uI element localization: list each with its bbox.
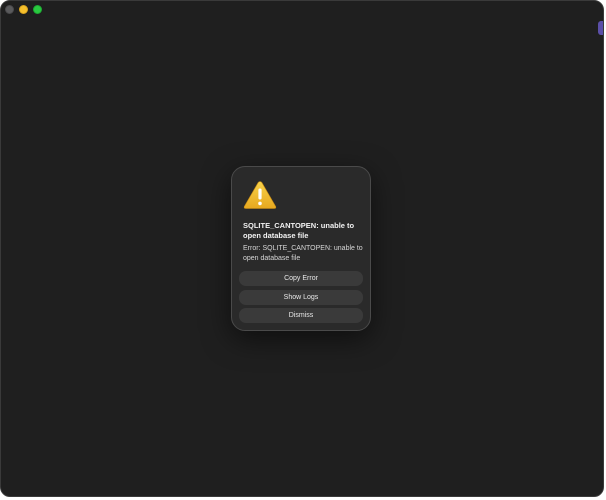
close-window-button[interactable] <box>5 5 14 14</box>
traffic-lights <box>5 5 42 14</box>
edge-badge-icon <box>598 21 603 35</box>
copy-error-button[interactable]: Copy Error <box>239 271 363 286</box>
dialog-title: SQLITE_CANTOPEN: unable to open database… <box>243 221 355 240</box>
dialog-message: Error: SQLITE_CANTOPEN: unable to open d… <box>243 245 363 262</box>
show-logs-button[interactable]: Show Logs <box>239 290 363 305</box>
zoom-window-button[interactable] <box>33 5 42 14</box>
dismiss-button[interactable]: Dismiss <box>239 308 363 323</box>
app-window: SQLITE_CANTOPEN: unable to open database… <box>0 0 604 497</box>
minimize-window-button[interactable] <box>19 5 28 14</box>
warning-triangle-icon <box>243 181 277 209</box>
error-dialog: SQLITE_CANTOPEN: unable to open database… <box>231 166 371 331</box>
